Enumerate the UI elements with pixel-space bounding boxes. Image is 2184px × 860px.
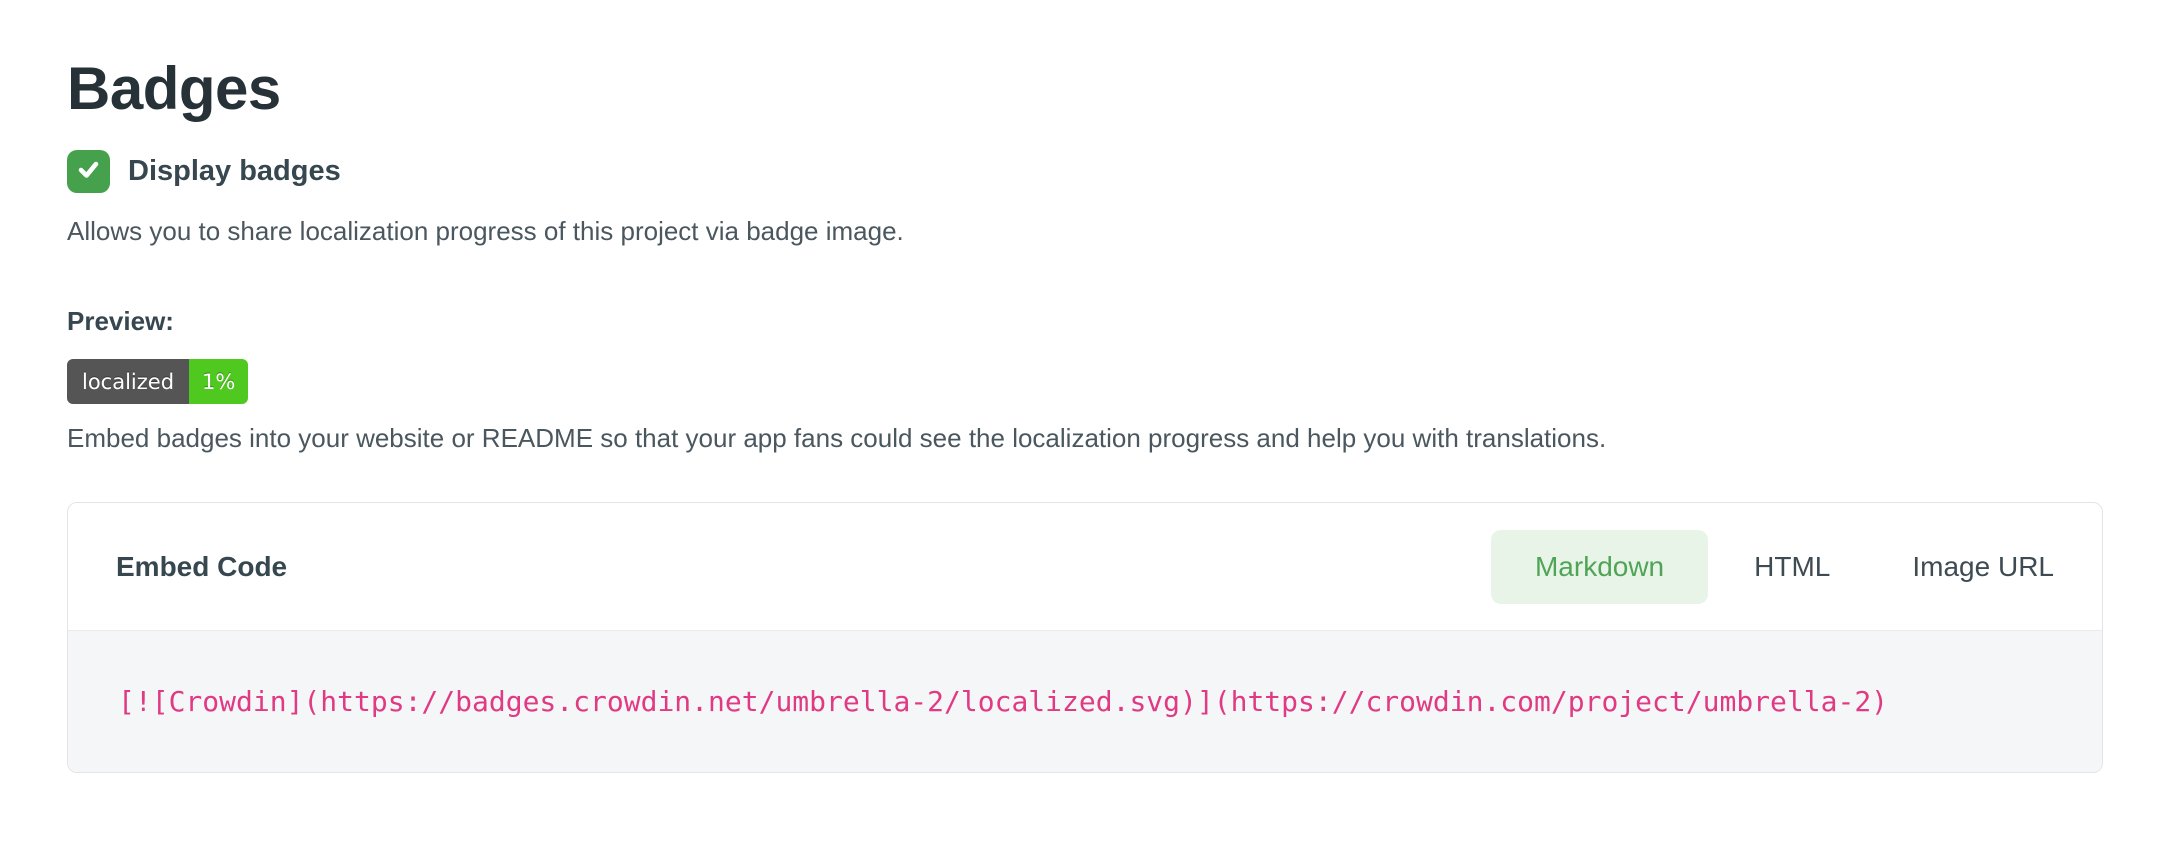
embed-code-body: [![Crowdin](https://badges.crowdin.net/u… xyxy=(68,630,2102,772)
tab-markdown[interactable]: Markdown xyxy=(1491,530,1708,604)
badges-settings-section: Badges Display badges Allows you to shar… xyxy=(0,0,2184,773)
embed-code-header: Embed Code Markdown HTML Image URL xyxy=(68,503,2102,630)
display-badges-row: Display badges xyxy=(67,150,2117,193)
embed-hint-text: Embed badges into your website or README… xyxy=(67,420,2117,456)
tab-image-url[interactable]: Image URL xyxy=(1912,551,2054,583)
tab-html[interactable]: HTML xyxy=(1754,551,1830,583)
embed-code-snippet[interactable]: [![Crowdin](https://badges.crowdin.net/u… xyxy=(118,685,1888,718)
checkmark-icon xyxy=(75,156,102,188)
badge-value-segment: 1% xyxy=(189,359,248,404)
badge-label-segment: localized xyxy=(67,359,189,404)
embed-format-tabs: Markdown HTML Image URL xyxy=(1491,530,2054,604)
display-badges-label: Display badges xyxy=(128,155,341,188)
page-title: Badges xyxy=(67,56,2117,122)
embed-code-title: Embed Code xyxy=(116,551,287,583)
display-badges-checkbox[interactable] xyxy=(67,150,110,193)
badges-description: Allows you to share localization progres… xyxy=(67,213,2117,249)
localization-badge-preview: localized 1% xyxy=(67,359,248,404)
preview-label: Preview: xyxy=(67,303,2117,339)
embed-code-card: Embed Code Markdown HTML Image URL [![Cr… xyxy=(67,502,2103,773)
